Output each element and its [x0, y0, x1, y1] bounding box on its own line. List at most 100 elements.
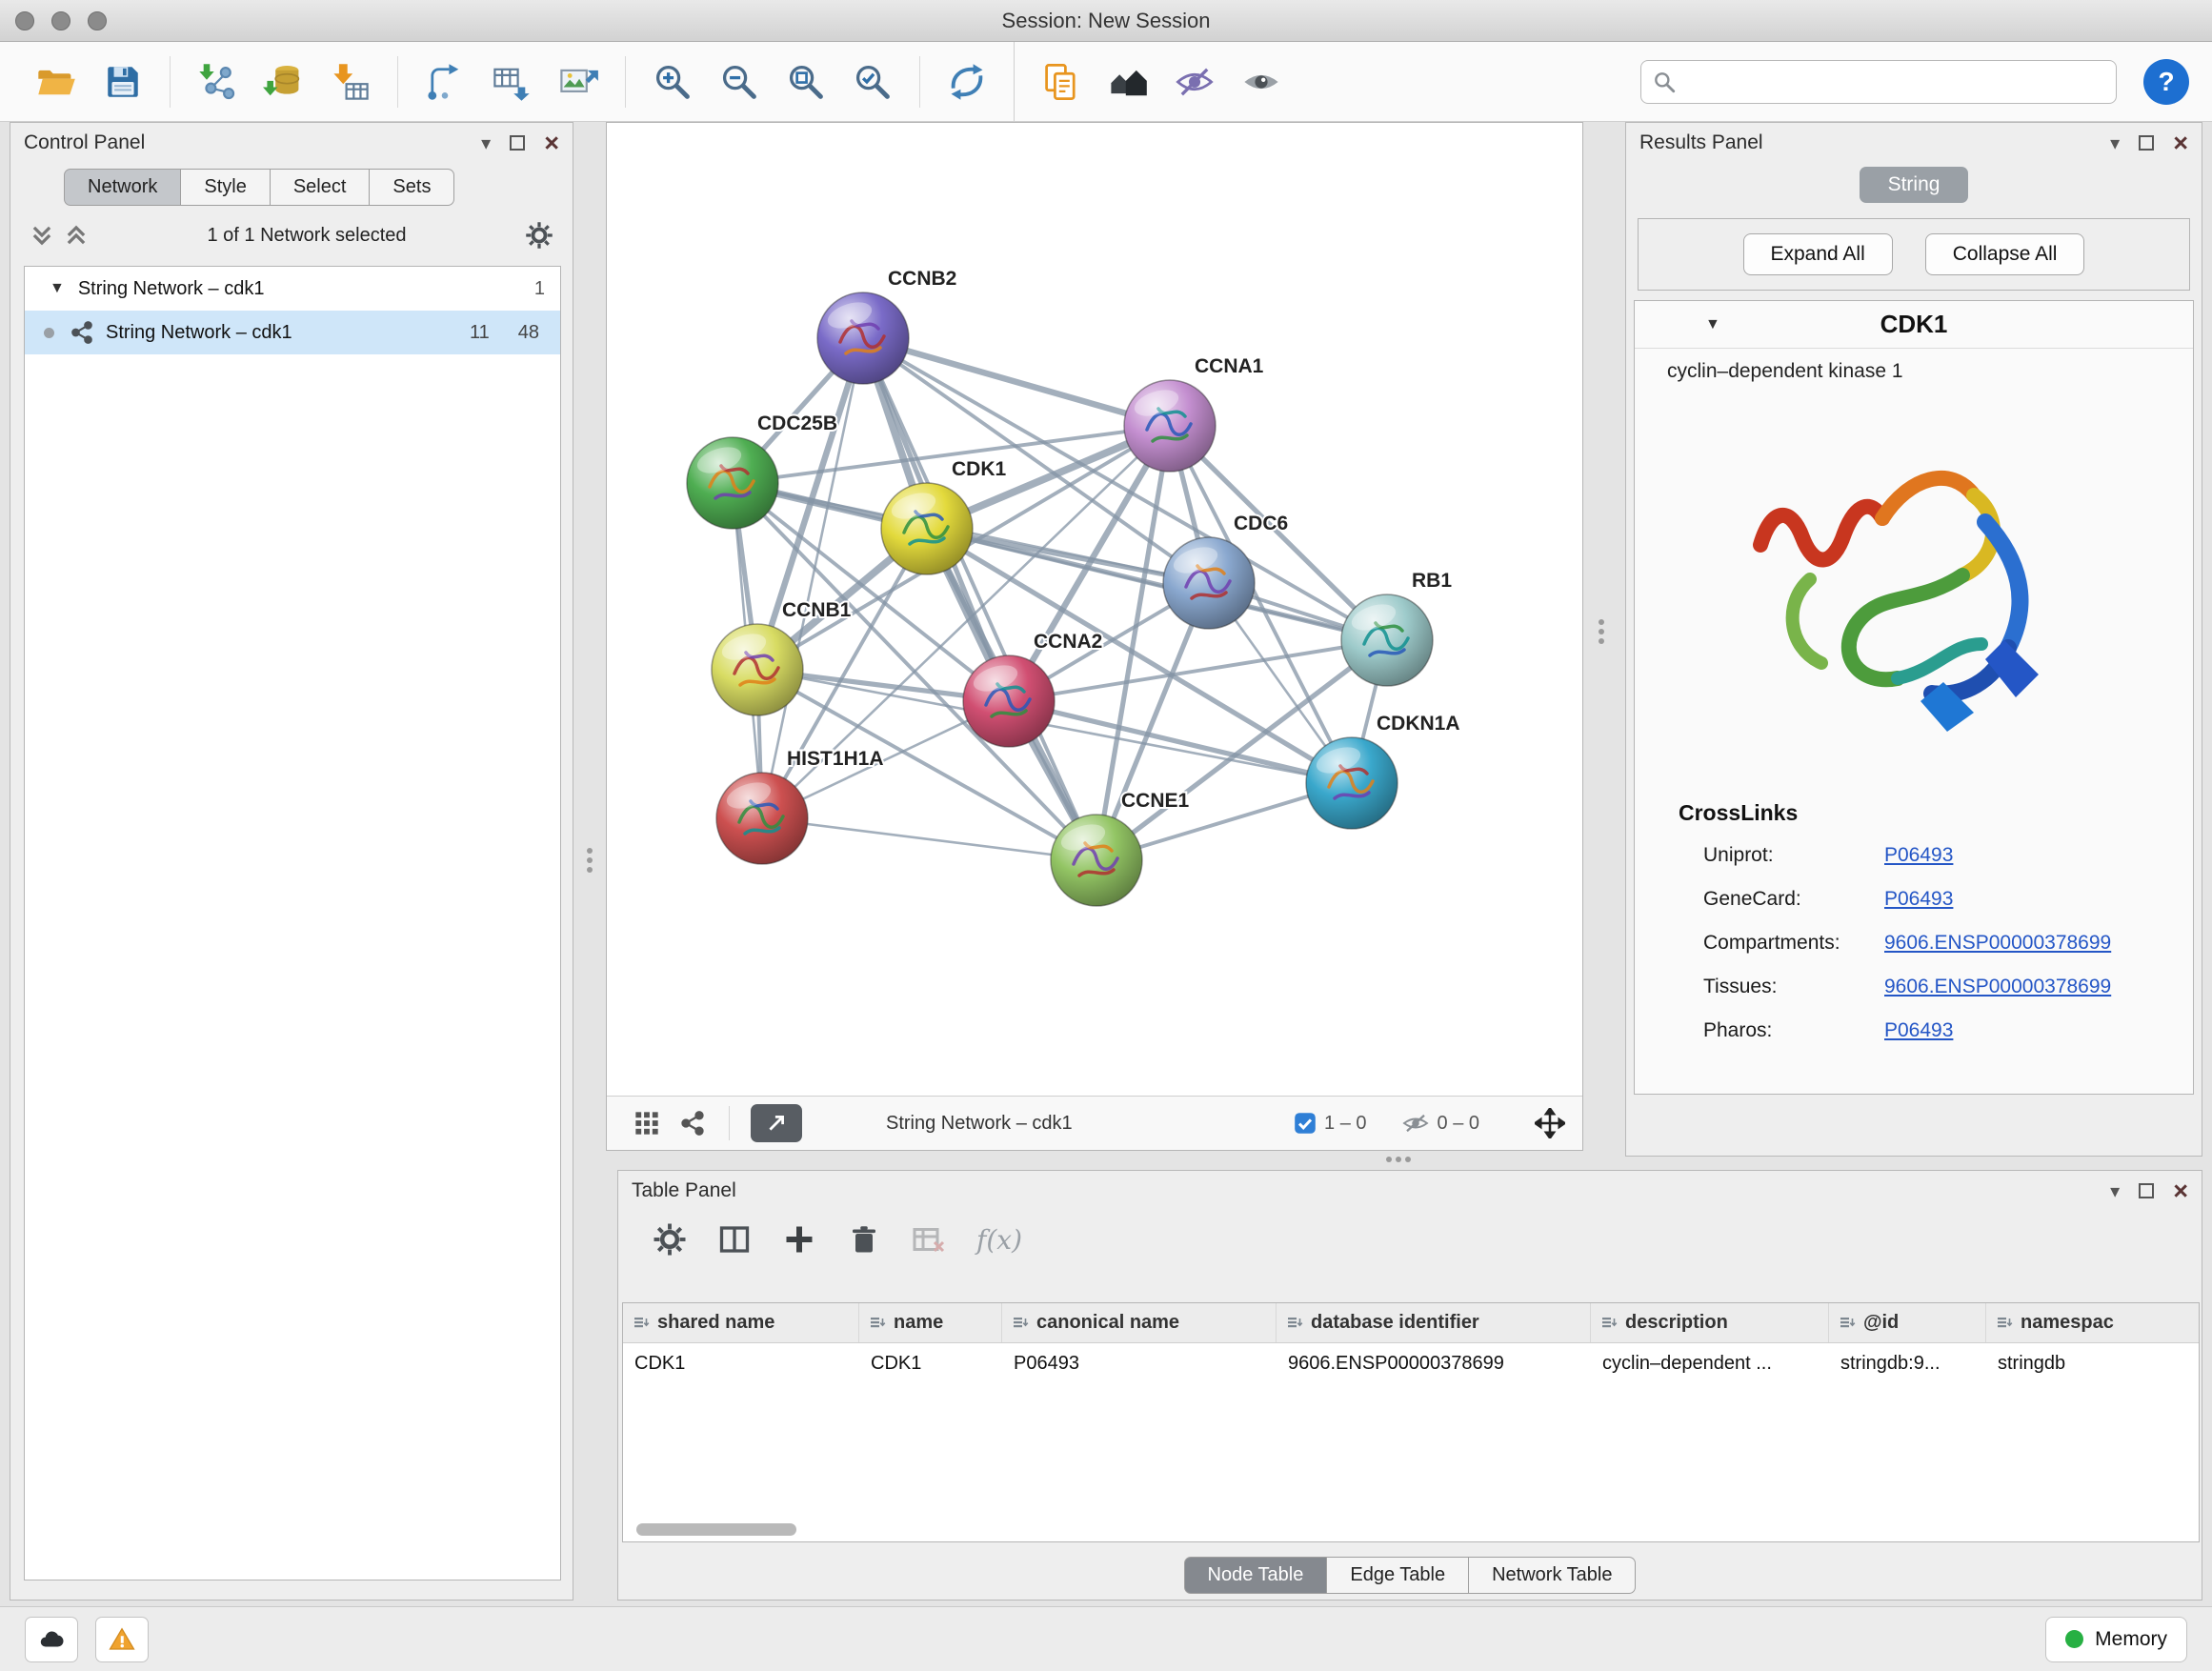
- panel-menu-icon[interactable]: ▾: [481, 131, 491, 155]
- column-header-@id[interactable]: @id: [1829, 1303, 1986, 1342]
- window-zoom-button[interactable]: [88, 11, 107, 30]
- window-minimize-button[interactable]: [51, 11, 70, 30]
- network-node-hist1h1a[interactable]: [716, 773, 808, 864]
- search-input[interactable]: [1640, 60, 2117, 104]
- collapse-all-button[interactable]: Collapse All: [1925, 233, 2085, 275]
- help-button[interactable]: ?: [2143, 59, 2189, 105]
- network-edge[interactable]: [762, 818, 1096, 860]
- collapse-entry-icon[interactable]: ▼: [1705, 316, 1720, 333]
- network-canvas[interactable]: CCNB2CCNA1CDC25BCDK1CDC6RB1CCNB1CCNA2CDK…: [607, 123, 1582, 1096]
- grid-view-button[interactable]: [633, 1110, 660, 1137]
- birds-eye-view-button[interactable]: [1535, 1108, 1565, 1138]
- column-header-name[interactable]: name: [859, 1303, 1002, 1342]
- horizontal-scrollbar[interactable]: [636, 1523, 796, 1536]
- detach-view-button[interactable]: [751, 1104, 802, 1142]
- panel-menu-icon[interactable]: ▾: [2110, 131, 2120, 155]
- tab-network-table[interactable]: Network Table: [1469, 1557, 1636, 1594]
- open-session-button[interactable]: [29, 52, 84, 111]
- link-views-button[interactable]: [679, 1110, 706, 1137]
- create-column-button[interactable]: [782, 1222, 816, 1257]
- float-panel-icon[interactable]: [2139, 1183, 2154, 1198]
- network-edge[interactable]: [762, 338, 863, 818]
- collapse-all-icon[interactable]: [30, 223, 54, 248]
- column-header-description[interactable]: description: [1591, 1303, 1829, 1342]
- network-row[interactable]: String Network – cdk1 11 48: [25, 311, 560, 354]
- network-node-ccna1[interactable]: [1124, 380, 1216, 472]
- cloud-button[interactable]: [25, 1617, 78, 1662]
- network-node-cdkn1a[interactable]: [1306, 737, 1398, 829]
- network-edge[interactable]: [863, 338, 1170, 426]
- import-network-from-file-button[interactable]: [190, 52, 245, 111]
- network-edge[interactable]: [1009, 701, 1352, 783]
- column-header-canonical-name[interactable]: canonical name: [1002, 1303, 1277, 1342]
- network-node-cdk1[interactable]: [881, 483, 973, 574]
- crosslink-link[interactable]: P06493: [1884, 888, 1953, 911]
- disclosure-triangle-icon[interactable]: ▼: [50, 280, 65, 297]
- network-node-ccnb1[interactable]: [712, 624, 803, 715]
- column-header-shared-name[interactable]: shared name: [623, 1303, 859, 1342]
- network-node-ccne1[interactable]: [1051, 815, 1142, 906]
- network-collection-row[interactable]: ▼ String Network – cdk1 1: [25, 267, 560, 311]
- crosslink-link[interactable]: 9606.ENSP00000378699: [1884, 976, 2111, 998]
- export-network-button[interactable]: [417, 52, 473, 111]
- zoom-in-button[interactable]: [645, 52, 700, 111]
- zoom-fit-button[interactable]: [778, 52, 834, 111]
- network-node-cdc6[interactable]: [1163, 537, 1255, 629]
- function-builder-button[interactable]: f(x): [976, 1224, 1022, 1256]
- crosslink-link[interactable]: P06493: [1884, 844, 1953, 867]
- tab-network[interactable]: Network: [64, 169, 181, 206]
- zoom-selected-button[interactable]: [845, 52, 900, 111]
- column-header-namespac[interactable]: namespac: [1986, 1303, 2200, 1342]
- hide-graphics-details-button[interactable]: [1167, 52, 1222, 111]
- hidden-eye-slash-icon[interactable]: [1401, 1109, 1430, 1137]
- home-button[interactable]: [1100, 52, 1156, 111]
- float-panel-icon[interactable]: [2139, 135, 2154, 151]
- copy-document-button[interactable]: [1034, 52, 1089, 111]
- current-network-bullet-icon: [44, 328, 54, 338]
- window-close-button[interactable]: [15, 11, 34, 30]
- entry-header[interactable]: ▼ CDK1: [1635, 301, 2193, 349]
- network-node-rb1[interactable]: [1341, 594, 1433, 686]
- float-panel-icon[interactable]: [510, 135, 525, 151]
- network-node-cdc25b[interactable]: [687, 437, 778, 529]
- network-node-ccna2[interactable]: [963, 655, 1055, 747]
- tab-edge-table[interactable]: Edge Table: [1327, 1557, 1469, 1594]
- expand-all-button[interactable]: Expand All: [1743, 233, 1893, 275]
- export-image-button[interactable]: [551, 52, 606, 111]
- export-table-button[interactable]: [484, 52, 539, 111]
- crosslink-link[interactable]: 9606.ENSP00000378699: [1884, 932, 2111, 955]
- table-settings-button[interactable]: [653, 1222, 687, 1257]
- delete-column-button[interactable]: [847, 1222, 881, 1257]
- memory-button[interactable]: Memory: [2045, 1617, 2187, 1662]
- show-graphics-details-button[interactable]: [1234, 52, 1289, 111]
- selected-count: 1 – 0: [1324, 1113, 1366, 1135]
- node-label: CCNB1: [782, 599, 852, 621]
- expand-all-icon[interactable]: [64, 223, 89, 248]
- save-session-button[interactable]: [95, 52, 151, 111]
- tab-node-table[interactable]: Node Table: [1184, 1557, 1328, 1594]
- network-edge[interactable]: [863, 338, 1096, 860]
- crosslink-link[interactable]: P06493: [1884, 1019, 1953, 1042]
- splitter-handle[interactable]: [1386, 1157, 1411, 1162]
- close-panel-icon[interactable]: ×: [544, 131, 559, 156]
- splitter-handle[interactable]: [1599, 619, 1604, 644]
- zoom-out-button[interactable]: [712, 52, 767, 111]
- import-network-from-database-button[interactable]: [256, 52, 312, 111]
- warnings-button[interactable]: [95, 1617, 149, 1662]
- show-columns-button[interactable]: [717, 1222, 752, 1257]
- tab-select[interactable]: Select: [271, 169, 371, 206]
- splitter-handle[interactable]: [587, 848, 593, 873]
- gear-icon[interactable]: [525, 221, 553, 250]
- selected-checkbox-icon[interactable]: [1294, 1112, 1317, 1135]
- close-panel-icon[interactable]: ×: [2173, 1178, 2188, 1204]
- close-panel-icon[interactable]: ×: [2173, 131, 2188, 156]
- tab-style[interactable]: Style: [181, 169, 270, 206]
- tab-sets[interactable]: Sets: [370, 169, 454, 206]
- import-table-from-file-button[interactable]: [323, 52, 378, 111]
- column-header-database-identifier[interactable]: database identifier: [1277, 1303, 1591, 1342]
- network-node-ccnb2[interactable]: [817, 292, 909, 384]
- table-row[interactable]: CDK1CDK1P064939606.ENSP00000378699cyclin…: [623, 1343, 2199, 1383]
- refresh-button[interactable]: [939, 52, 995, 111]
- tab-string[interactable]: String: [1860, 167, 1969, 203]
- panel-menu-icon[interactable]: ▾: [2110, 1179, 2120, 1203]
